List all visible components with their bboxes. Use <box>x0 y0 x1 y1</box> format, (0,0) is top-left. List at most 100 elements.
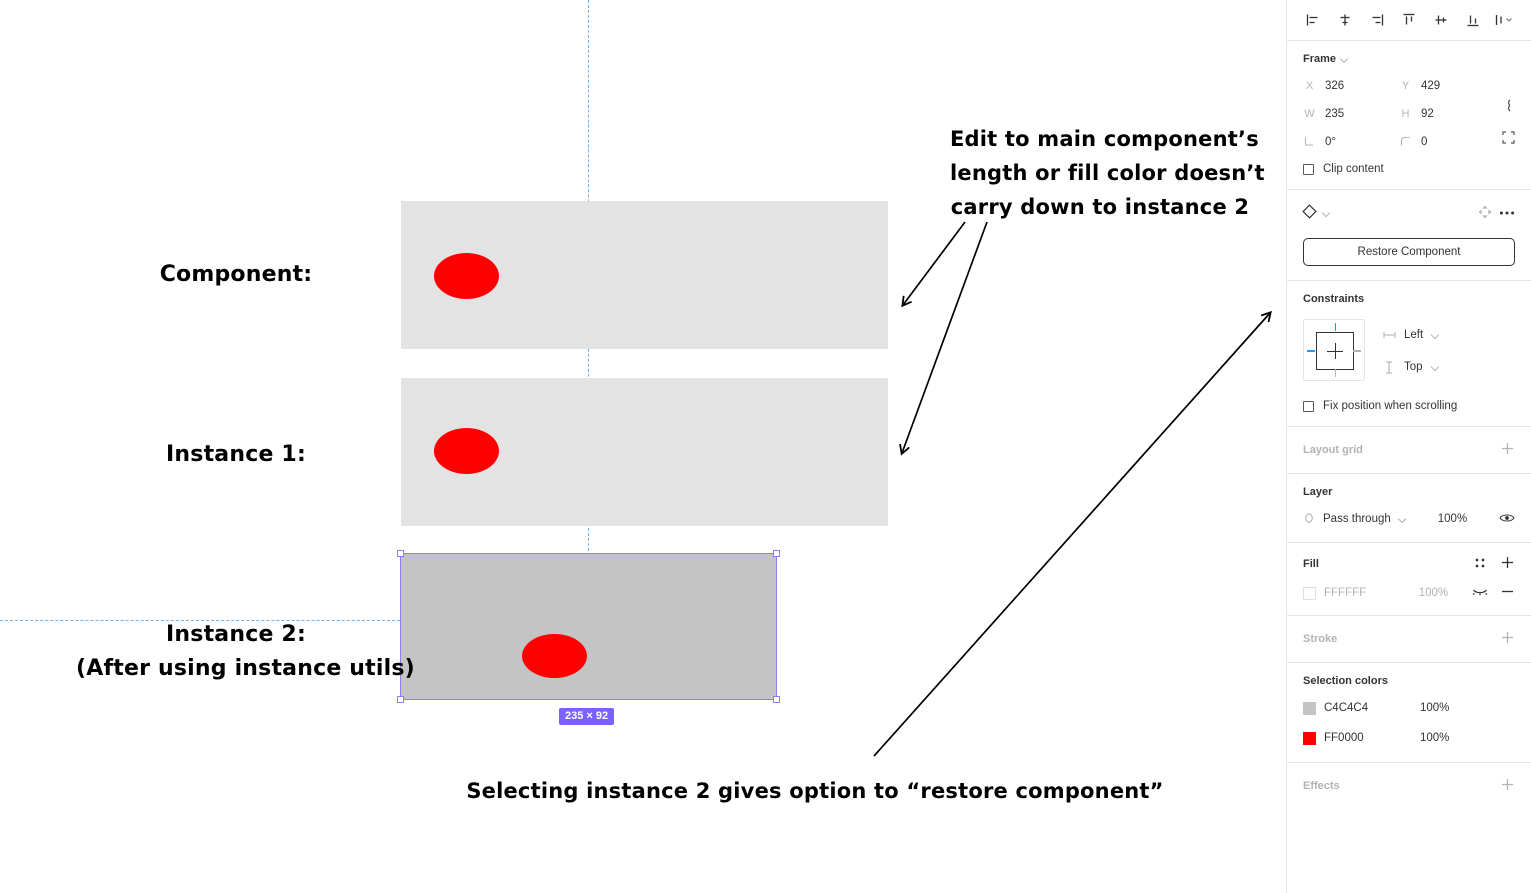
add-stroke-icon[interactable] <box>1500 630 1515 648</box>
horizontal-constraint-icon <box>1382 330 1396 340</box>
w-field[interactable]: W 235 <box>1303 105 1399 122</box>
layer-visibility-eye-icon[interactable] <box>1499 512 1515 527</box>
clip-content-label: Clip content <box>1323 163 1384 175</box>
fix-position-label: Fix position when scrolling <box>1323 400 1458 412</box>
layer-opacity-value[interactable]: 100% <box>1438 513 1467 525</box>
selection-color-hex[interactable]: C4C4C4 <box>1324 702 1412 714</box>
selection-handle-bottom-left[interactable] <box>397 696 404 703</box>
constraint-tick-left[interactable] <box>1307 350 1315 352</box>
instance-1-ellipse[interactable] <box>434 428 499 474</box>
constraint-tick-right[interactable] <box>1353 350 1361 352</box>
selection-color-row[interactable]: C4C4C4 100% <box>1303 696 1515 720</box>
vertical-constraint-icon <box>1383 360 1395 374</box>
h-value: 92 <box>1421 107 1434 120</box>
blend-mode-chevron-down-icon[interactable] <box>1399 515 1408 524</box>
constraints-title: Constraints <box>1303 293 1365 305</box>
constraints-body: Left Top <box>1303 319 1515 387</box>
distribute-more-icon[interactable] <box>1493 8 1517 32</box>
alignment-toolbar[interactable] <box>1287 0 1531 41</box>
frame-section-title[interactable]: Frame <box>1303 53 1515 65</box>
constraint-tick-top[interactable] <box>1334 323 1336 331</box>
selection-color-opacity[interactable]: 100% <box>1420 702 1466 714</box>
stroke-title: Stroke <box>1303 633 1338 645</box>
x-value: 326 <box>1325 79 1345 92</box>
add-fill-icon[interactable] <box>1500 555 1515 573</box>
restore-component-button[interactable]: Restore Component <box>1303 238 1515 266</box>
constraint-selects: Left Top <box>1382 319 1441 387</box>
rotation-value: 0° <box>1325 135 1336 148</box>
remove-fill-icon[interactable] <box>1500 584 1515 602</box>
component-section: Restore Component <box>1287 190 1531 281</box>
corner-radius-field[interactable]: 0 <box>1399 133 1495 150</box>
x-icon: X <box>1305 79 1314 92</box>
y-icon: Y <box>1401 79 1410 92</box>
rotation-field[interactable]: 0° <box>1303 133 1399 150</box>
fill-color-swatch[interactable] <box>1303 586 1316 600</box>
vertical-constraint-value: Top <box>1404 361 1423 373</box>
component-ellipse[interactable] <box>434 253 499 299</box>
fix-position-row[interactable]: Fix position when scrolling <box>1303 400 1515 412</box>
clip-content-checkbox[interactable] <box>1303 163 1314 175</box>
align-vertical-centers-icon[interactable] <box>1429 8 1453 32</box>
selection-color-hex[interactable]: FF0000 <box>1324 732 1412 744</box>
component-chevron-down-icon[interactable] <box>1323 209 1332 218</box>
selection-color-opacity[interactable]: 100% <box>1420 732 1466 744</box>
layout-grid-title: Layout grid <box>1303 444 1363 456</box>
selection-size-badge: 235 × 92 <box>559 708 615 725</box>
constraints-grid-control[interactable] <box>1303 319 1365 381</box>
constraints-section: Constraints Left Top Fix position when s… <box>1287 281 1531 427</box>
add-layout-grid-icon[interactable] <box>1500 441 1515 459</box>
fill-hex-value[interactable]: FFFFFF <box>1324 587 1411 599</box>
fill-opacity-value[interactable]: 100% <box>1419 587 1464 599</box>
horizontal-constraint-chevron-down-icon[interactable] <box>1432 331 1441 340</box>
instance-2-ellipse[interactable] <box>522 634 587 678</box>
selection-color-swatch[interactable] <box>1303 731 1316 745</box>
horizontal-constraint-select[interactable]: Left <box>1382 323 1441 347</box>
vertical-constraint-select[interactable]: Top <box>1383 355 1441 379</box>
component-header <box>1302 202 1515 224</box>
height-icon: H <box>1401 107 1410 120</box>
clip-content-row[interactable]: Clip content <box>1303 163 1515 175</box>
selection-handle-bottom-right[interactable] <box>773 696 780 703</box>
properties-panel[interactable]: Frame X 326 Y 429 W 235 H 92 0° 0 Clip c… <box>1286 0 1531 893</box>
fill-title: Fill <box>1303 558 1319 570</box>
annotation-caption: Selecting instance 2 gives option to “re… <box>466 779 1164 803</box>
fill-row[interactable]: FFFFFF 100% <box>1303 581 1515 605</box>
align-right-icon[interactable] <box>1365 8 1389 32</box>
component-diamond-icon[interactable] <box>1302 204 1317 221</box>
expand-to-fit-icon[interactable] <box>1499 128 1517 146</box>
vertical-constraint-chevron-down-icon[interactable] <box>1432 363 1441 372</box>
fill-styles-icon[interactable] <box>1474 557 1486 572</box>
swap-instance-icon[interactable] <box>1478 205 1492 222</box>
selection-colors-title: Selection colors <box>1303 675 1388 687</box>
add-effect-icon[interactable] <box>1500 777 1515 795</box>
align-bottom-icon[interactable] <box>1461 8 1485 32</box>
fix-position-checkbox[interactable] <box>1303 400 1314 412</box>
selection-color-swatch[interactable] <box>1303 701 1316 715</box>
blend-mode-row[interactable]: Pass through 100% <box>1303 508 1515 530</box>
y-field[interactable]: Y 429 <box>1399 77 1495 94</box>
align-horizontal-centers-icon[interactable] <box>1333 8 1357 32</box>
constrain-proportions-icon[interactable] <box>1499 96 1517 114</box>
label-instance-1: Instance 1: <box>166 442 306 467</box>
constraint-tick-bottom[interactable] <box>1334 369 1336 377</box>
label-instance-2-line2: (After using instance utils) <box>76 656 415 681</box>
selection-handle-top-right[interactable] <box>773 550 780 557</box>
label-component: Component: <box>159 262 313 287</box>
layer-section: Layer Pass through 100% <box>1287 474 1531 543</box>
instance-2-frame[interactable] <box>401 554 776 699</box>
corner-radius-icon <box>1399 135 1412 148</box>
design-canvas[interactable]: 235 × 92 Component: Instance 1: Instance… <box>0 0 1286 893</box>
h-field[interactable]: H 92 <box>1399 105 1495 122</box>
selection-handle-top-left[interactable] <box>397 550 404 557</box>
fill-hidden-eye-icon[interactable] <box>1472 587 1488 600</box>
x-field[interactable]: X 326 <box>1303 77 1399 94</box>
fill-section: Fill FFFFFF 100% <box>1287 543 1531 616</box>
chevron-down-icon[interactable] <box>1341 55 1350 64</box>
more-options-icon[interactable] <box>1499 207 1515 219</box>
layer-title: Layer <box>1303 486 1333 498</box>
align-left-icon[interactable] <box>1301 8 1325 32</box>
align-top-icon[interactable] <box>1397 8 1421 32</box>
effects-section: Effects <box>1287 763 1531 809</box>
selection-color-row[interactable]: FF0000 100% <box>1303 726 1515 750</box>
